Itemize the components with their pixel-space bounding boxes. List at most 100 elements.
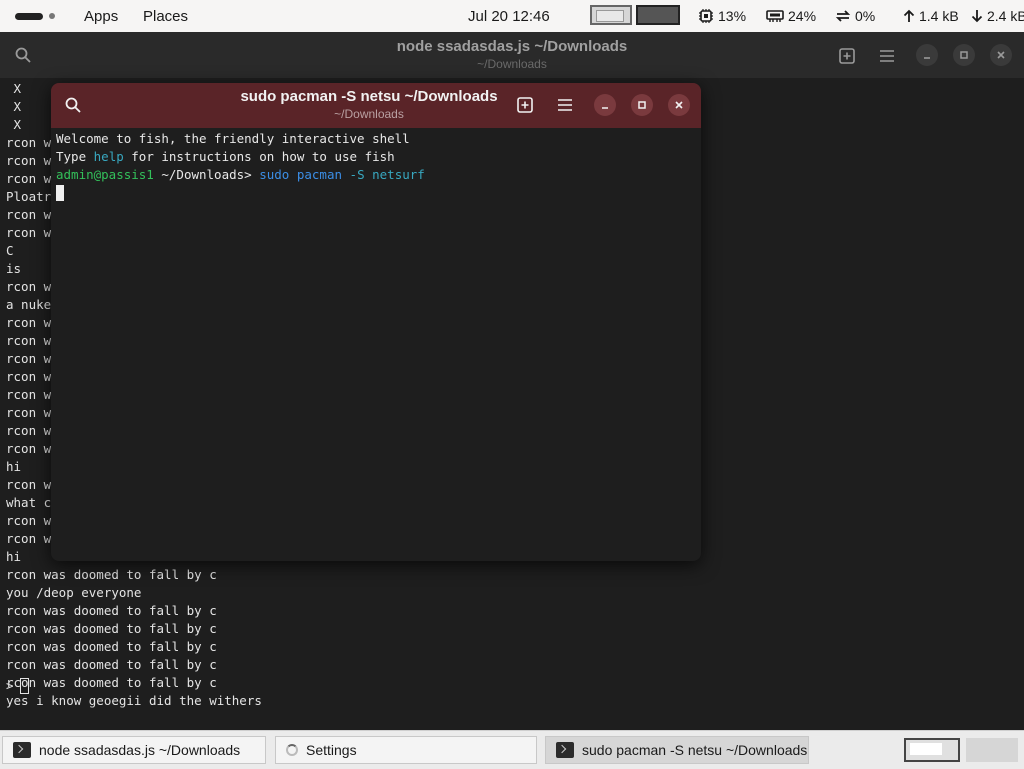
new-tab-button[interactable] <box>514 94 536 116</box>
prompt-directory: ~/Downloads <box>153 167 245 182</box>
terminal-line: rcon w <box>6 441 52 456</box>
prompt-symbol: > <box>244 167 260 182</box>
download-value: 2.4 kB <box>987 8 1024 24</box>
terminal-line: rcon w <box>6 405 52 420</box>
workspace-1-mini[interactable] <box>904 738 960 762</box>
terminal-line: rcon w <box>6 315 52 330</box>
top-panel: Apps Places Jul 20 12:46 13% 24% 0% 1.4 … <box>0 0 1024 32</box>
memory-value: 24% <box>788 8 817 24</box>
taskbar-item-settings[interactable]: Settings <box>275 736 537 764</box>
terminal-line: rcon w <box>6 387 52 402</box>
maximize-button[interactable] <box>953 44 975 66</box>
terminal-line: rcon w <box>6 207 52 222</box>
window-title: sudo pacman -S netsu ~/Downloads <box>240 88 498 105</box>
terminal-line: rcon w <box>6 369 52 384</box>
prompt-user-host: admin@passis1 <box>56 167 154 182</box>
taskbar-item-pacman-terminal[interactable]: sudo pacman -S netsu ~/Downloads <box>545 736 809 764</box>
apps-menu[interactable]: Apps <box>84 0 118 32</box>
terminal-line: hi <box>6 549 22 564</box>
help-hint-keyword: help <box>93 149 124 164</box>
activities-button[interactable] <box>15 0 55 32</box>
background-terminal-headerbar[interactable]: node ssadasdas.js ~/Downloads ~/Download… <box>0 32 1024 78</box>
maximize-icon <box>638 101 646 109</box>
hamburger-menu-icon <box>558 99 572 111</box>
command-pacman: pacman <box>296 167 343 182</box>
cpu-chip-icon <box>699 9 713 23</box>
cpu-indicator[interactable]: 13% <box>698 0 746 32</box>
foreground-terminal-window[interactable]: sudo pacman -S netsu ~/Downloads ~/Downl… <box>51 83 701 561</box>
minimize-button[interactable] <box>594 94 616 116</box>
terminal-cursor <box>56 185 64 201</box>
workspace-indicator-active <box>15 12 43 20</box>
terminal-line: rcon w <box>6 513 52 528</box>
cpu-value: 13% <box>718 8 747 24</box>
swap-arrows-icon <box>835 10 851 22</box>
download-indicator[interactable]: 2.4 kB <box>971 0 1024 32</box>
welcome-line: Welcome to fish, the friendly interactiv… <box>56 131 410 146</box>
workspace-window-thumb <box>596 10 624 22</box>
taskbar-item-label: sudo pacman -S netsu ~/Downloads <box>582 742 808 758</box>
hamburger-menu-icon <box>880 50 894 62</box>
terminal-line: rcon w <box>6 279 52 294</box>
upload-indicator[interactable]: 1.4 kB <box>903 0 959 32</box>
terminal-line: C <box>6 243 14 258</box>
new-tab-icon <box>839 48 855 64</box>
terminal-line: rcon w <box>6 225 52 240</box>
taskbar: node ssadasdas.js ~/Downloads Settings s… <box>0 730 1024 769</box>
memory-indicator[interactable]: 24% <box>766 0 816 32</box>
clock[interactable]: Jul 20 12:46 <box>468 0 550 32</box>
memory-icon <box>766 10 784 22</box>
terminal-line: rcon w <box>6 153 52 168</box>
menu-button[interactable] <box>554 94 576 116</box>
terminal-output[interactable]: Welcome to fish, the friendly interactiv… <box>56 130 425 184</box>
swap-value: 0% <box>855 8 876 24</box>
swap-indicator[interactable]: 0% <box>835 0 875 32</box>
workspace-window-thumb <box>910 743 942 755</box>
terminal-line: hi <box>6 459 22 474</box>
close-icon <box>675 101 683 109</box>
taskbar-item-label: Settings <box>306 742 357 758</box>
terminal-line: rcon w <box>6 135 52 150</box>
command-args: -S netsurf <box>349 167 425 182</box>
terminal-line: what c <box>6 495 52 510</box>
new-tab-button[interactable] <box>836 45 858 67</box>
maximize-button[interactable] <box>631 94 653 116</box>
terminal-line: rcon was doomed to fall by c <box>6 567 217 582</box>
terminal-line: rcon was doomed to fall by c <box>6 621 217 636</box>
arrow-up-icon <box>903 9 915 22</box>
terminal-line: X <box>6 117 22 132</box>
places-menu[interactable]: Places <box>143 0 188 32</box>
terminal-line: is <box>6 261 22 276</box>
taskbar-item-node-terminal[interactable]: node ssadasdas.js ~/Downloads <box>2 736 266 764</box>
window-subtitle: ~/Downloads <box>334 107 404 121</box>
shell-prompt: > <box>6 678 14 693</box>
terminal-line: Ploatr <box>6 189 52 204</box>
terminal-line: X <box>6 99 22 114</box>
terminal-line: rcon w <box>6 423 52 438</box>
terminal-cursor <box>20 678 29 694</box>
workspace-indicator-dot <box>49 13 55 19</box>
foreground-terminal-headerbar[interactable]: sudo pacman -S netsu ~/Downloads ~/Downl… <box>51 83 701 128</box>
loading-spinner-icon <box>286 744 298 756</box>
terminal-line: yes i know geoegii did the withers <box>6 693 262 708</box>
workspace-2-mini[interactable] <box>966 738 1018 762</box>
upload-value: 1.4 kB <box>919 8 959 24</box>
arrow-down-icon <box>971 10 983 23</box>
help-hint-prefix: Type <box>56 149 94 164</box>
terminal-line: rcon w <box>6 477 52 492</box>
terminal-icon <box>556 742 574 758</box>
minimize-button[interactable] <box>916 44 938 66</box>
workspace-1-thumbnail[interactable] <box>590 5 632 25</box>
menu-button[interactable] <box>876 45 898 67</box>
close-button[interactable] <box>668 94 690 116</box>
window-title: node ssadasdas.js ~/Downloads <box>396 38 628 55</box>
help-hint-suffix: for instructions on how to use fish <box>123 149 395 164</box>
close-button[interactable] <box>990 44 1012 66</box>
terminal-line: rcon w <box>6 333 52 348</box>
terminal-line: rcon was doomed to fall by c <box>6 657 217 672</box>
terminal-line: rcon was doomed to fall by c <box>6 639 217 654</box>
terminal-line: X <box>6 81 22 96</box>
terminal-icon <box>13 742 31 758</box>
workspace-2-thumbnail[interactable] <box>636 5 680 25</box>
terminal-line: rcon was doomed to fall by c <box>6 603 217 618</box>
